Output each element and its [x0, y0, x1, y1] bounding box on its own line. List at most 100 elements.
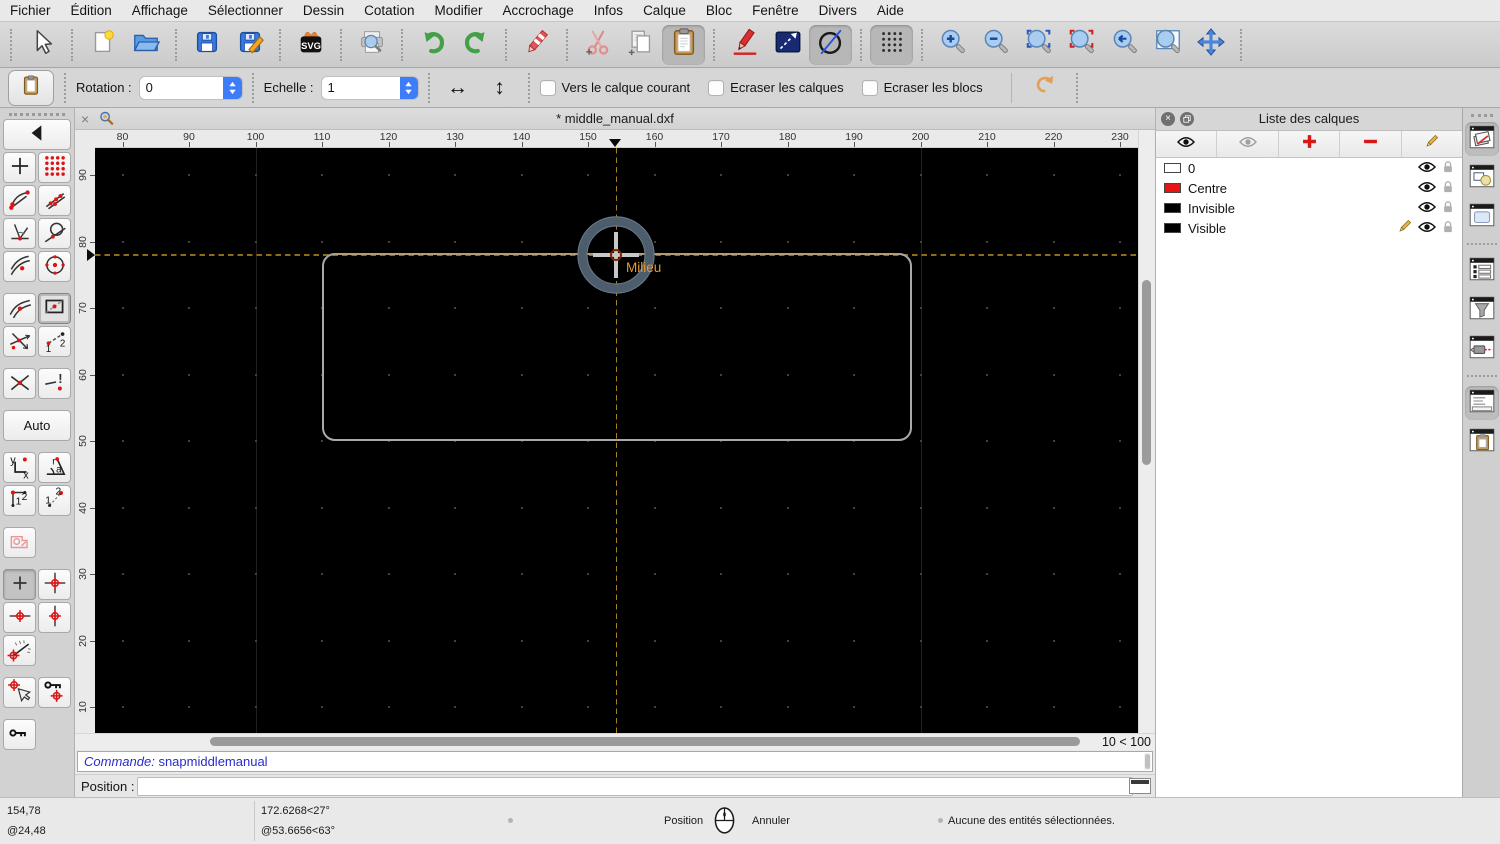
- snap-grid-button[interactable]: [38, 152, 71, 183]
- restrict-vertical-button[interactable]: [38, 602, 71, 633]
- menu-infos[interactable]: Infos: [584, 3, 633, 18]
- snap-on-entity-button[interactable]: [38, 185, 71, 216]
- dock-library-browser[interactable]: [1465, 200, 1499, 234]
- dock-clipboard-panel[interactable]: [1465, 425, 1499, 459]
- rotation-input[interactable]: 0: [139, 76, 242, 99]
- relative-zero-button[interactable]: [3, 719, 36, 750]
- drawing-canvas[interactable]: Milieu: [95, 148, 1138, 733]
- restrict-orthogonal-button[interactable]: [38, 569, 71, 600]
- stepper-icon[interactable]: [399, 76, 418, 99]
- checkbox-ecraser-les-calques[interactable]: Ecraser les calques: [708, 79, 844, 96]
- command-history[interactable]: Commande: snapmiddlemanual: [77, 751, 1153, 772]
- restrict-special-button[interactable]: [3, 527, 36, 558]
- restrict-horizontal-button[interactable]: [3, 602, 36, 633]
- menu-bloc[interactable]: Bloc: [696, 3, 742, 18]
- add-layer-button[interactable]: [1279, 131, 1341, 157]
- pan-button[interactable]: [1189, 25, 1232, 65]
- layer-lock-icon[interactable]: [1442, 160, 1454, 177]
- paste-options-button[interactable]: [8, 69, 54, 106]
- dock-layer-list[interactable]: [1464, 122, 1499, 156]
- auto-zoom-button[interactable]: [1017, 25, 1060, 65]
- palette-collapse-button[interactable]: [3, 119, 71, 150]
- menu-affichage[interactable]: Affichage: [122, 3, 198, 18]
- layer-visibility-icon[interactable]: [1417, 161, 1437, 176]
- layer-visibility-icon[interactable]: [1417, 181, 1437, 196]
- layer-lock-icon[interactable]: [1442, 220, 1454, 237]
- layer-visibility-icon[interactable]: [1417, 201, 1437, 216]
- command-scrollbar[interactable]: [1144, 753, 1151, 770]
- menu-calque[interactable]: Calque: [633, 3, 696, 18]
- zoom-window-button[interactable]: [1146, 25, 1189, 65]
- snap-perpendicular-button[interactable]: [3, 218, 36, 249]
- delete-button[interactable]: [515, 25, 558, 65]
- lock-relative-zero-button[interactable]: [38, 677, 71, 708]
- snap-tangential-button[interactable]: [38, 218, 71, 249]
- line-tool-button[interactable]: [766, 25, 809, 65]
- layer-row-0[interactable]: 0: [1156, 158, 1462, 178]
- paste-button[interactable]: [662, 24, 705, 65]
- undo-button[interactable]: [411, 25, 454, 65]
- snap-circle-center-button[interactable]: [38, 251, 71, 282]
- dock-block-list[interactable]: [1465, 161, 1499, 195]
- vertical-scrollbar[interactable]: [1138, 130, 1154, 733]
- dock-command-history[interactable]: [1464, 386, 1499, 420]
- checkbox-icon[interactable]: [708, 79, 725, 96]
- checkbox-ecraser-les-blocs[interactable]: Ecraser les blocs: [861, 79, 983, 96]
- layer-lock-icon[interactable]: [1442, 180, 1454, 197]
- menu-fenetre[interactable]: Fenêtre: [742, 3, 809, 18]
- zoom-in-button[interactable]: [931, 25, 974, 65]
- snap-center-button[interactable]: [3, 251, 36, 282]
- layer-lock-icon[interactable]: [1442, 200, 1454, 217]
- checkbox-icon[interactable]: [539, 79, 556, 96]
- menu-modifier[interactable]: Modifier: [424, 3, 492, 18]
- grid-toggle-button[interactable]: [870, 24, 913, 65]
- reset-action-button[interactable]: [1022, 71, 1066, 105]
- dock-drag-handle[interactable]: [1470, 114, 1493, 117]
- hide-all-layers-button[interactable]: [1217, 131, 1279, 157]
- restrict-off-button[interactable]: [3, 569, 36, 600]
- stepper-icon[interactable]: [222, 76, 242, 99]
- circle-tool-button[interactable]: [809, 24, 852, 65]
- command-window-button[interactable]: [1129, 778, 1151, 794]
- new-document-button[interactable]: [81, 25, 124, 65]
- snap-reference-button[interactable]: [38, 293, 71, 324]
- flip-horizontal-button[interactable]: ↔: [440, 71, 476, 105]
- zoom-out-button[interactable]: [974, 25, 1017, 65]
- layer-row-visible[interactable]: Visible: [1156, 218, 1462, 238]
- set-relative-zero-button[interactable]: [3, 677, 36, 708]
- snap-middle-button[interactable]: [3, 293, 36, 324]
- coordinate-cartesian-button[interactable]: yx: [3, 452, 36, 483]
- menu-dessin[interactable]: Dessin: [293, 3, 354, 18]
- snap-endpoints-button[interactable]: [3, 185, 36, 216]
- dock-selection-filter[interactable]: [1465, 293, 1499, 327]
- horizontal-scrollbar[interactable]: [75, 734, 1080, 750]
- svg-export-button[interactable]: SVG: [289, 25, 332, 65]
- open-document-button[interactable]: [124, 25, 167, 65]
- checkbox-vers-le-calque-courant[interactable]: Vers le calque courant: [539, 79, 690, 96]
- coordinate-absolute-button[interactable]: 12: [38, 485, 71, 516]
- cursor-tool-button[interactable]: [20, 25, 63, 65]
- edit-layer-button[interactable]: [1402, 131, 1462, 157]
- dock-property-editor[interactable]: [1465, 254, 1499, 288]
- scale-input[interactable]: 1: [321, 76, 418, 99]
- menu-divers[interactable]: Divers: [809, 3, 867, 18]
- menu-edition[interactable]: Édition: [61, 3, 122, 18]
- snap-intersection-button[interactable]: [3, 368, 36, 399]
- snap-intersection-manual-button[interactable]: !: [38, 368, 71, 399]
- menu-aide[interactable]: Aide: [867, 3, 914, 18]
- cut-button[interactable]: [576, 25, 619, 65]
- snap-free-button[interactable]: [3, 152, 36, 183]
- previous-view-button[interactable]: [1103, 25, 1146, 65]
- flip-vertical-button[interactable]: ↕: [482, 71, 518, 105]
- snap-angle-button[interactable]: [3, 635, 36, 666]
- menu-accrochage[interactable]: Accrochage: [492, 3, 583, 18]
- menu-selectionner[interactable]: Sélectionner: [198, 3, 293, 18]
- layer-row-centre[interactable]: Centre: [1156, 178, 1462, 198]
- scrollbar-thumb[interactable]: [210, 737, 1080, 746]
- position-input[interactable]: [137, 777, 1133, 796]
- remove-layer-button[interactable]: [1340, 131, 1402, 157]
- coordinate-polar-button[interactable]: ra: [38, 452, 71, 483]
- copy-button[interactable]: [619, 25, 662, 65]
- scrollbar-thumb[interactable]: [1142, 280, 1151, 465]
- coordinate-relative-button[interactable]: 12: [3, 485, 36, 516]
